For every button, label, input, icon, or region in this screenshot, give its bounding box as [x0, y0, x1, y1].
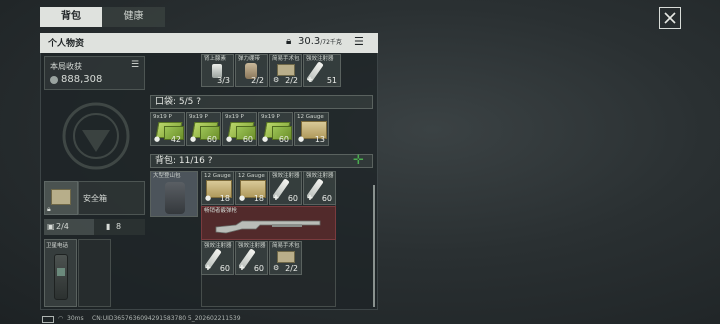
- uid-text: CN:UID3657636094291583780 5_202602211539: [92, 315, 241, 322]
- plus-icon: ✚: [239, 264, 245, 272]
- wifi-icon: ◠: [58, 315, 64, 322]
- weight-value: 30.3/72千克: [298, 36, 342, 47]
- backpack-item[interactable]: 强效注射器 ✚ 60: [269, 171, 302, 205]
- close-button[interactable]: [659, 7, 681, 29]
- help-icon[interactable]: ?: [208, 156, 213, 166]
- briefcase-icon: [51, 189, 71, 205]
- backpack-item[interactable]: 强效注射器 ✚ 60: [303, 171, 336, 205]
- earnings-value: 888,308: [61, 74, 103, 85]
- weapon-slot[interactable]: 畅销者霰弹枪: [201, 206, 336, 240]
- pocket-header: 口袋: 5/5 ?: [150, 95, 373, 109]
- lock-small-icon: 🔒︎: [47, 205, 51, 213]
- backpack-item[interactable]: 12 Gauge ● 18: [201, 171, 234, 205]
- safe-box-info: 安全箱: [78, 181, 145, 215]
- menu-icon[interactable]: ☰: [131, 60, 139, 70]
- pocket-item[interactable]: 9x19 P ● 60: [222, 112, 257, 146]
- shotgun-icon: [215, 220, 321, 234]
- phone-icon: [54, 254, 68, 300]
- ping-value: 30ms: [67, 315, 84, 322]
- backpack-icon: [165, 182, 185, 214]
- panel-header: 个人物资 🔒︎ 30.3/72千克 ☰: [40, 33, 378, 53]
- safe-box-label: 安全箱: [83, 194, 107, 203]
- backpack-item[interactable]: 强效注射器 ✚ 60: [201, 241, 234, 275]
- plus-icon: ✚: [307, 194, 313, 202]
- crosshair-icon[interactable]: ✛: [353, 153, 364, 168]
- dot-icon: ●: [239, 194, 246, 202]
- phone-screen: [57, 268, 65, 276]
- dot-icon: ●: [298, 135, 305, 143]
- panel-title: 个人物资: [48, 39, 85, 49]
- item-syringe[interactable]: 强效注射器 ✚ 51: [303, 54, 341, 87]
- backpack-bag-slot[interactable]: 大型登山包: [150, 171, 198, 217]
- safe-box-slot[interactable]: 🔒︎: [44, 181, 78, 215]
- plus-icon: ✚: [205, 264, 211, 272]
- pocket-item[interactable]: 9x19 P ● 42: [150, 112, 185, 146]
- battery-icon: ▮: [106, 222, 111, 231]
- dot-icon: ●: [226, 135, 233, 143]
- empty-slot[interactable]: [78, 239, 111, 307]
- coin-icon: [50, 76, 58, 84]
- backpack-item[interactable]: 简易手术包 ⚙︎ 2/2: [269, 241, 302, 275]
- kit-icon: ▣: [47, 222, 55, 231]
- pocket-item[interactable]: 9x19 P ● 60: [258, 112, 293, 146]
- pocket-item[interactable]: 12 Gauge ● 13: [294, 112, 329, 146]
- tool-icon: ⚙︎: [273, 264, 280, 272]
- tab-health[interactable]: 健康: [102, 7, 165, 27]
- scrollbar[interactable]: [373, 185, 375, 307]
- earnings-box: 本局收获 ☰ 888,308: [44, 56, 145, 90]
- pouch-icon: [277, 251, 295, 263]
- phone-label: 卫星电话: [46, 243, 69, 249]
- list-icon[interactable]: ☰: [354, 35, 364, 48]
- lock-icon: 🔒︎: [286, 36, 292, 47]
- item-surgery-kit[interactable]: 简易手术包 ⚙︎ 2/2: [269, 54, 302, 87]
- dot-icon: ●: [262, 135, 269, 143]
- plus-icon: ✚: [307, 76, 313, 84]
- counter-a[interactable]: ▣ 2/4: [44, 219, 94, 235]
- dot-icon: ●: [205, 194, 212, 202]
- satellite-phone-slot[interactable]: 卫星电话: [44, 239, 77, 307]
- item-bandage[interactable]: 弹力绷带 2/2: [235, 54, 268, 87]
- pouch-icon: [277, 64, 295, 76]
- earnings-label: 本局收获: [50, 62, 82, 71]
- emblem-icon: [62, 102, 130, 170]
- backpack-header: 背包: 11/16 ?: [150, 154, 373, 168]
- help-icon[interactable]: ?: [196, 97, 201, 107]
- dot-icon: ●: [190, 135, 197, 143]
- counter-b[interactable]: ▮ 8: [94, 219, 145, 235]
- pocket-item[interactable]: 9x19 P ● 60: [186, 112, 221, 146]
- backpack-item[interactable]: 强效注射器 ✚ 60: [235, 241, 268, 275]
- battery-icon: [42, 316, 54, 323]
- item-adrenaline[interactable]: 肾上腺素 3/3: [201, 54, 234, 87]
- plus-icon: ✚: [273, 194, 279, 202]
- tool-icon: ⚙︎: [273, 76, 280, 84]
- backpack-item[interactable]: 12 Gauge ● 18: [235, 171, 268, 205]
- dot-icon: ●: [154, 135, 161, 143]
- status-bar: ◠ 30ms CN:UID3657636094291583780 5_20260…: [40, 314, 380, 324]
- tab-backpack[interactable]: 背包: [40, 7, 102, 27]
- close-icon: [664, 12, 676, 24]
